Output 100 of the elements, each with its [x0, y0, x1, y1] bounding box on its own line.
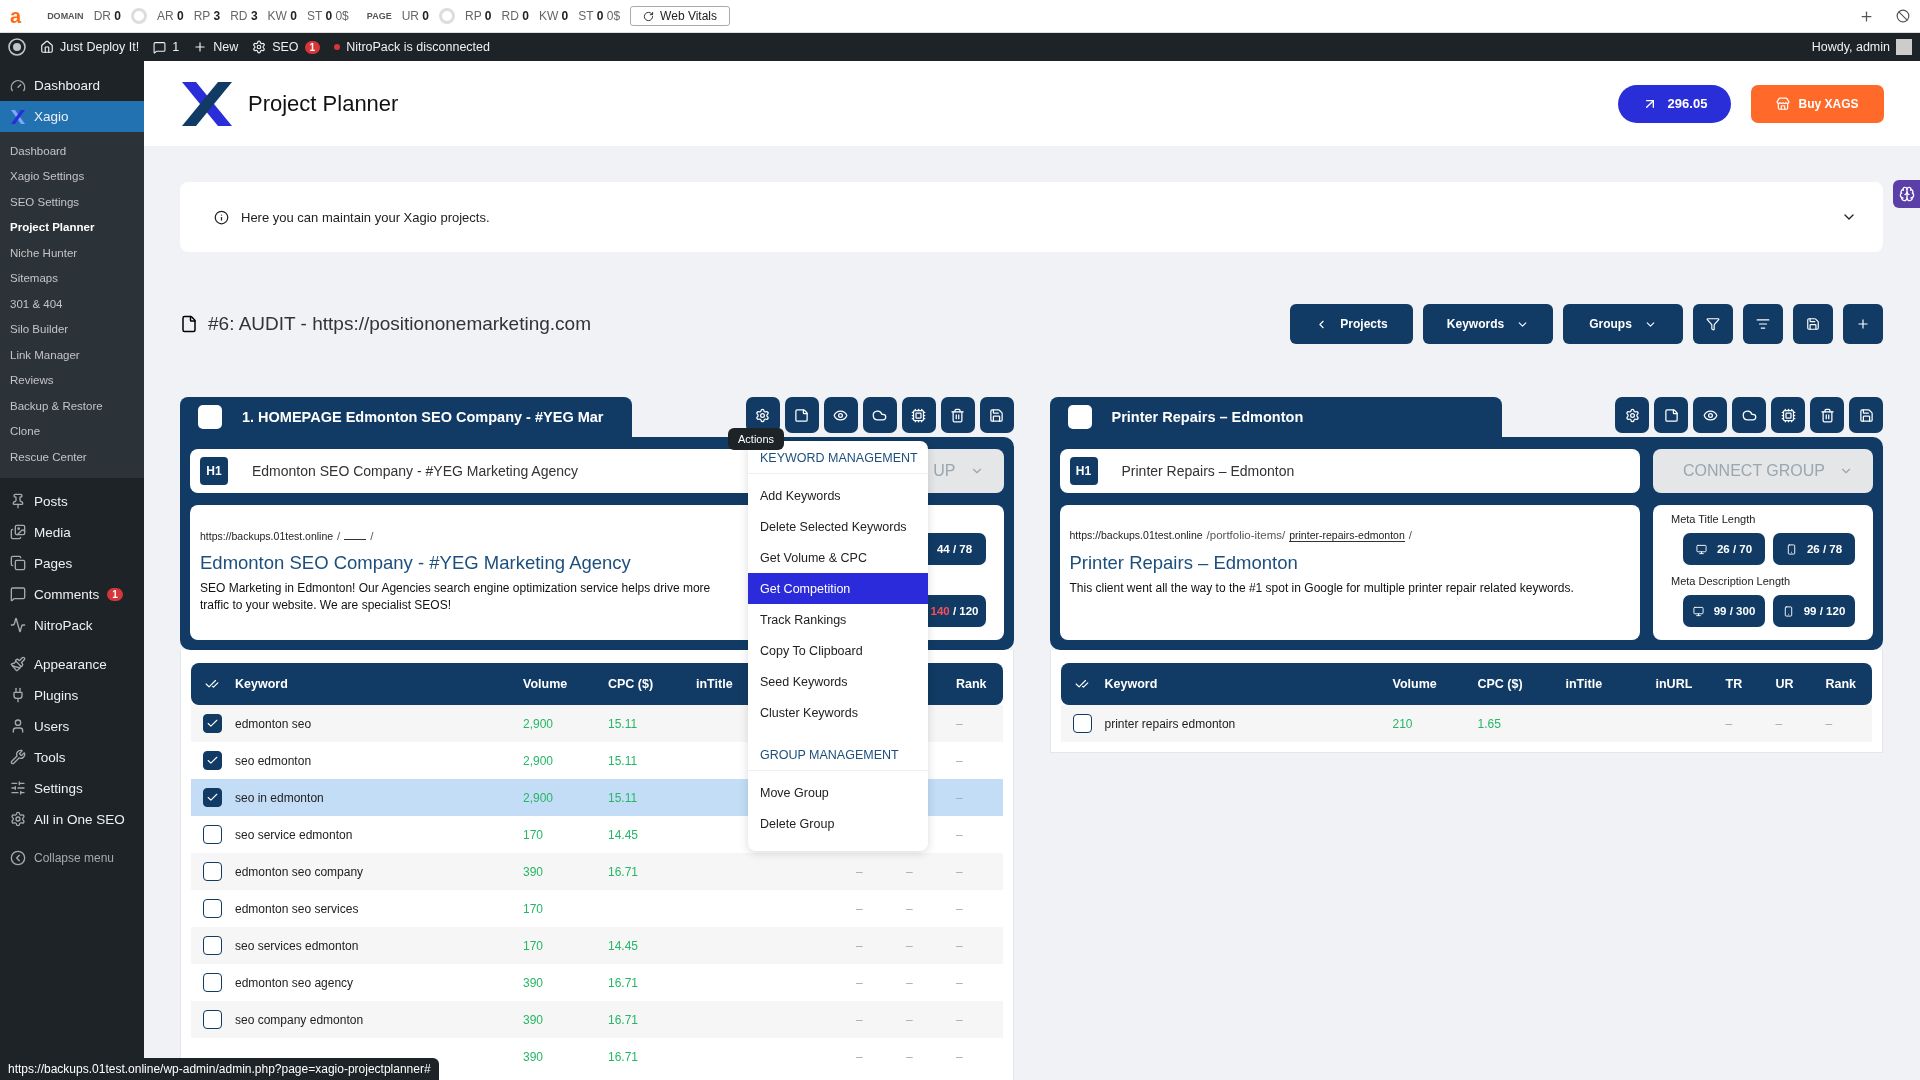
page-title: Project Planner — [248, 90, 399, 117]
page-title: Edmonton SEO Company - #YEG Marketing Agency — [200, 552, 632, 574]
table-cell: 390 — [523, 975, 544, 990]
url-path: / — [370, 530, 374, 542]
metric: ST 0 0$ — [306, 9, 349, 23]
table-cell: – — [906, 1049, 913, 1064]
keyword-cell: seo in edmonton — [235, 790, 324, 805]
table-cell: – — [856, 1012, 863, 1027]
table-cell: 16.71 — [608, 975, 639, 990]
table-cell: 14.45 — [608, 827, 639, 842]
url-domain: https://backups.01test.online — [200, 530, 334, 542]
metric: ST 0 0$ — [578, 9, 621, 23]
column-header: Volume — [523, 677, 568, 691]
count-badge: 1 — [107, 587, 123, 601]
column-header: inTitle — [696, 677, 733, 691]
table-cell: 390 — [523, 1012, 544, 1027]
length-badge: 99 / 300 — [1683, 595, 1765, 627]
length-badge: 99 / 120 — [1773, 595, 1855, 627]
column-header: inTitle — [1565, 677, 1603, 691]
url-path: / — [1408, 529, 1412, 541]
table-cell: – — [906, 975, 913, 990]
table-cell: 16.71 — [608, 1049, 639, 1064]
table-cell: 210 — [1392, 716, 1413, 731]
table-cell: 2,900 — [523, 790, 554, 805]
metric: RP 0 — [465, 9, 492, 23]
keyword-cell: seo services edmonton — [235, 938, 359, 953]
url-path: / — [337, 530, 341, 542]
h1-text: Printer Repairs – Edmonton — [1121, 463, 1295, 479]
table-cell: 2,900 — [523, 753, 554, 768]
h1-tag: H1 — [1069, 457, 1098, 485]
meta-label: Meta Title Length — [1671, 513, 1756, 525]
column-header: Rank — [956, 677, 987, 691]
tooltip: Actions — [728, 428, 785, 450]
h1-text: Edmonton SEO Company - #YEG Marketing Agency — [252, 463, 579, 479]
metric: RD 3 — [230, 9, 258, 23]
info-text: Here you can maintain your Xagio projects. — [241, 209, 490, 225]
toolbar-logo: a — [10, 4, 22, 28]
column-header: UR — [1775, 677, 1794, 691]
project-title: #6: AUDIT - https://positiononemarketing.com — [208, 313, 591, 335]
column-header: Keyword — [1104, 677, 1158, 691]
keyword-cell: seo company edmonton — [235, 1012, 364, 1027]
table-cell: – — [856, 864, 863, 879]
table-cell: – — [956, 1049, 963, 1064]
keyword-cell: edmonton seo — [235, 716, 312, 731]
url-domain: https://backups.01test.online — [1069, 529, 1203, 541]
keyword-cell: printer repairs edmonton — [1104, 716, 1236, 731]
table-cell: 2,900 — [523, 716, 554, 731]
column-header: Rank — [1825, 677, 1857, 691]
column-header: CPC ($) — [608, 677, 654, 691]
table-cell: – — [906, 938, 913, 953]
count-badge: 1 — [304, 40, 321, 54]
url-path: /portfolio-items/ — [1206, 529, 1286, 541]
length-badge: 26 / 70 — [1683, 533, 1765, 565]
table-cell: – — [956, 753, 963, 768]
menu-heading: GROUP MANAGEMENT — [748, 740, 928, 771]
table-cell: – — [956, 901, 963, 916]
table-cell: 390 — [523, 1049, 544, 1064]
table-cell: – — [956, 716, 963, 731]
table-cell: 14.45 — [608, 938, 639, 953]
length-badge: 26 / 78 — [1773, 533, 1855, 565]
metric: RD 0 — [501, 9, 529, 23]
keyword-cell: seo edmonton — [235, 753, 312, 768]
column-header: Keyword — [235, 677, 288, 691]
table-cell: – — [856, 938, 863, 953]
table-cell: – — [956, 938, 963, 953]
table-cell: 170 — [523, 901, 544, 916]
metric: KW 0 — [267, 9, 297, 23]
column-header: inURL — [1655, 677, 1693, 691]
column-header: Volume — [1392, 677, 1437, 691]
meta-label: Meta Description Length — [1671, 575, 1791, 587]
table-cell: – — [956, 864, 963, 879]
page-title: Printer Repairs – Edmonton — [1069, 552, 1299, 574]
table-cell: 15.11 — [608, 716, 638, 731]
table-cell: – — [956, 1012, 963, 1027]
metric: RP 3 — [193, 9, 221, 23]
column-header: CPC ($) — [1477, 677, 1523, 691]
table-cell: – — [956, 790, 963, 805]
table-cell: 170 — [523, 827, 544, 842]
table-cell: 170 — [523, 938, 544, 953]
table-cell: 1.65 — [1477, 716, 1501, 731]
keyword-cell: edmonton seo services — [235, 901, 359, 916]
table-cell: – — [856, 975, 863, 990]
table-cell: 390 — [523, 864, 544, 879]
table-cell: – — [1825, 716, 1833, 731]
table-cell: 16.71 — [608, 1012, 639, 1027]
metric: KW 0 — [538, 9, 569, 23]
metric: UR 0 — [401, 9, 429, 23]
table-cell: – — [906, 901, 913, 916]
metric: DR 0 — [93, 9, 121, 23]
column-header: TR — [1725, 677, 1743, 691]
section-label: DOMAIN — [47, 11, 84, 21]
table-cell: – — [956, 827, 963, 842]
keyword-cell: seo service edmonton — [235, 827, 353, 842]
table-cell: – — [1725, 716, 1733, 731]
table-cell: 15.11 — [608, 753, 638, 768]
h1-tag: H1 — [200, 457, 228, 485]
page-description: SEO Marketing in Edmonton! Our Agencies search engine optimization service helps drive more traffic to your website. We are specialist SEOS! — [200, 580, 712, 615]
metric: AR 0 — [157, 9, 184, 23]
table-cell: – — [1775, 716, 1783, 731]
group-title: 1. HOMEPAGE Edmonton SEO Company - #YEG Mar — [242, 409, 604, 425]
